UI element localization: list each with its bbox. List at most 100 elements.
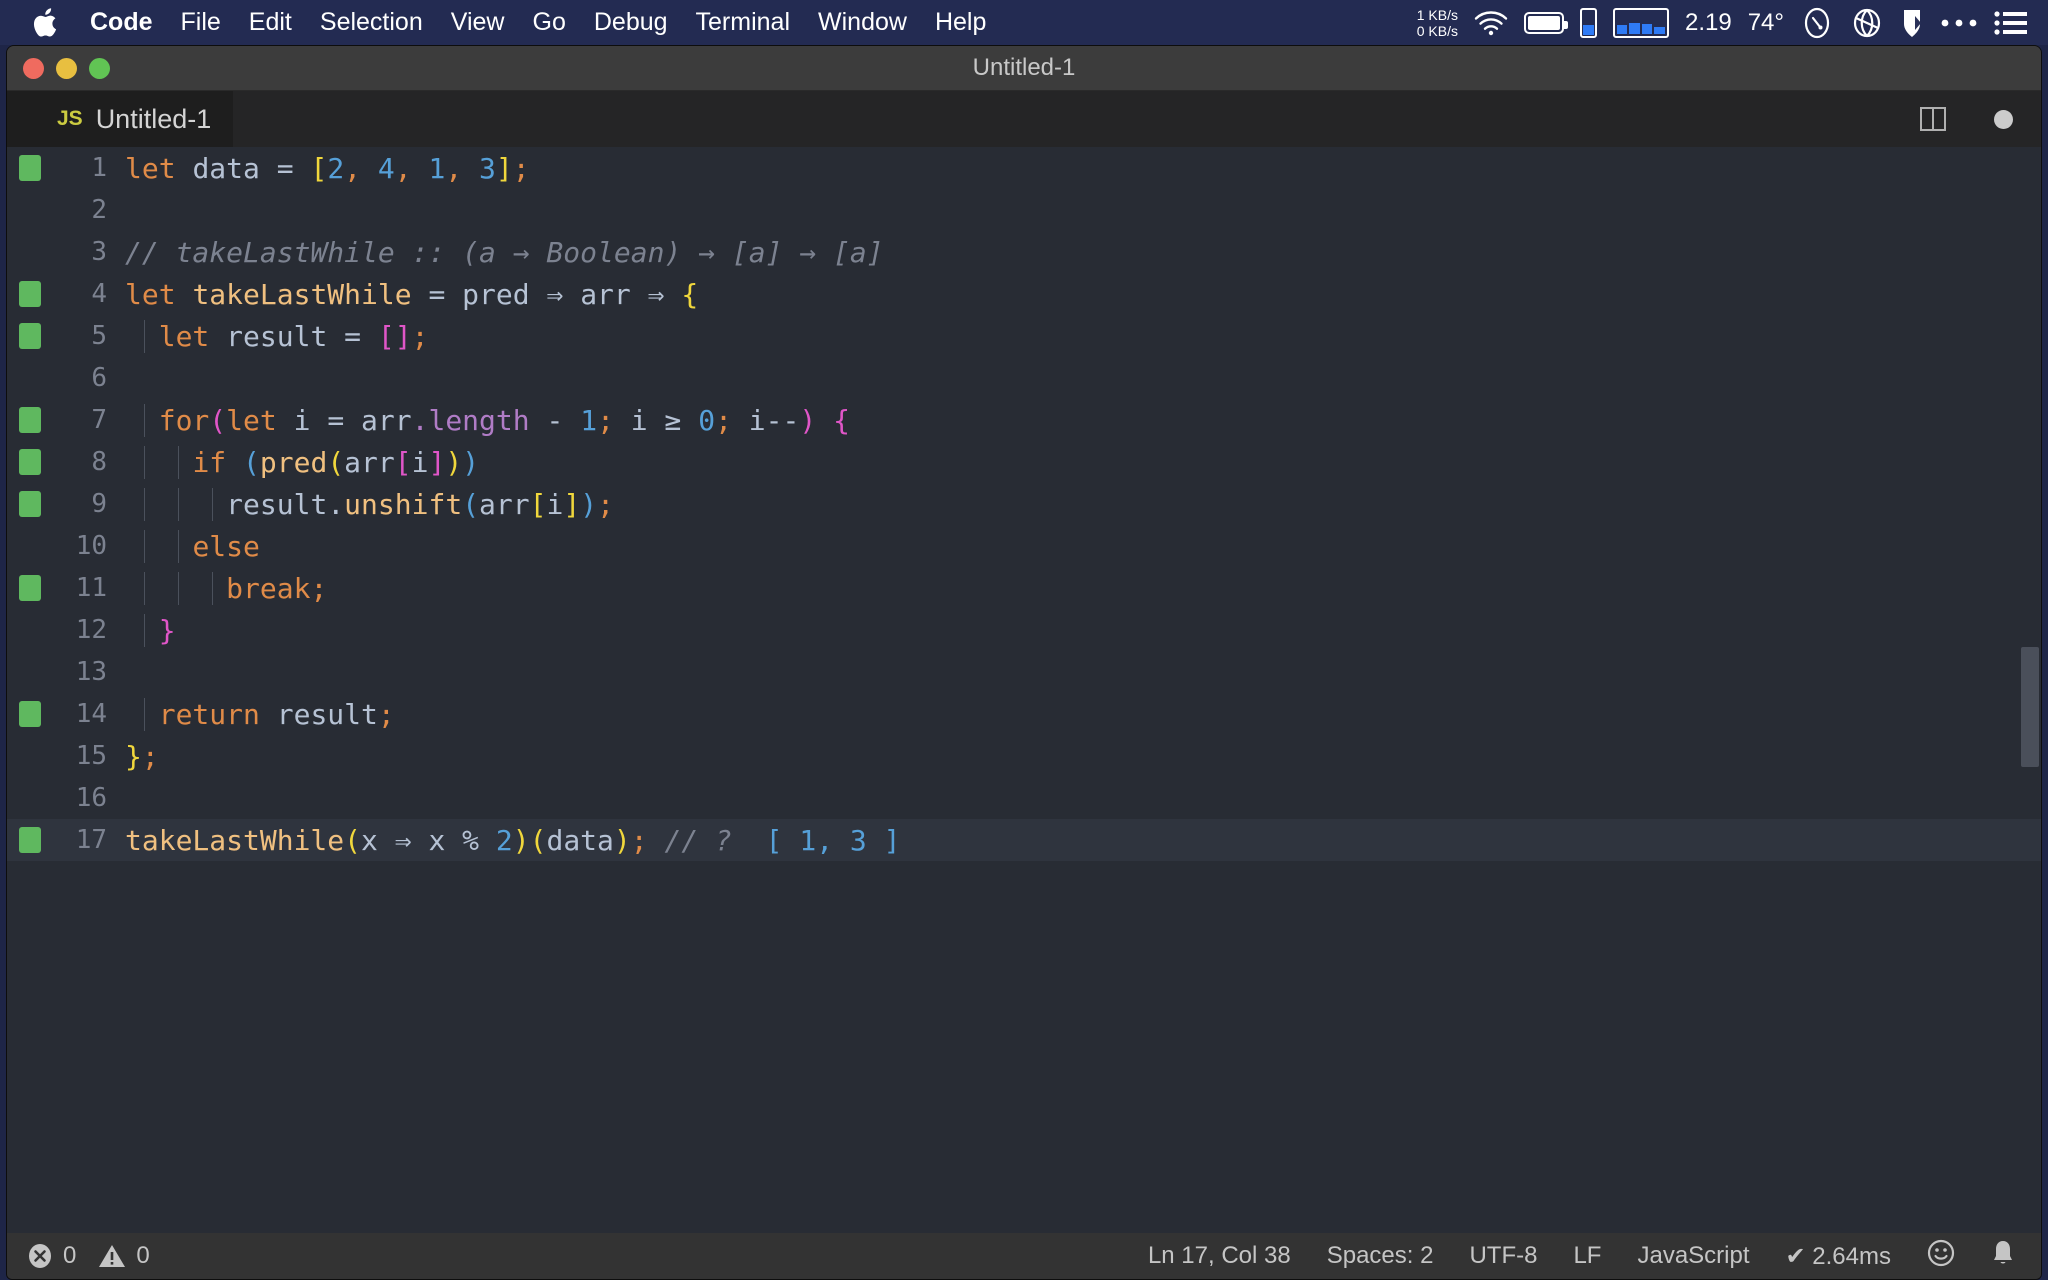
speedometer-icon[interactable] [1800,6,1834,40]
code-line-7[interactable]: 7 for(let i = arr.length - 1; i ≥ 0; i--… [7,399,2041,441]
code-line-4[interactable]: 4 let takeLastWhile = pred ⇒ arr ⇒ { [7,273,2041,315]
menu-item-file[interactable]: File [167,0,235,45]
network-globe-icon[interactable] [1850,6,1884,40]
editor-vertical-scrollbar[interactable] [2021,647,2039,767]
line-number: 15 [75,741,107,771]
git-gutter-added [19,449,41,475]
zoom-button[interactable] [89,57,110,79]
git-gutter-added [19,323,41,349]
network-upload-speed: 1 KB/s [1416,6,1458,23]
runtime-duration[interactable]: ✔ 2.64ms [1786,1242,1891,1271]
wifi-icon[interactable] [1474,10,1508,36]
language-mode[interactable]: JavaScript [1637,1242,1749,1270]
smiley-icon[interactable] [1927,1239,1955,1274]
code-content[interactable]: let data = [2, 4, 1, 3]; [125,152,2041,185]
split-editor-icon[interactable] [1920,107,1946,131]
menu-item-code[interactable]: Code [76,0,167,45]
shield-icon[interactable] [1900,7,1924,39]
status-bar: 0 0 Ln 17, Col 38 Spaces: 2 UTF-8 LF Jav… [7,1233,2041,1279]
network-speed-indicator[interactable]: 1 KB/s 0 KB/s [1417,7,1458,39]
bell-icon[interactable] [1991,1239,2015,1274]
line-number: 16 [75,783,107,813]
menu-item-window[interactable]: Window [804,0,921,45]
git-gutter-added [19,701,41,727]
line-number: 13 [75,657,107,687]
status-bar-right: Ln 17, Col 38 Spaces: 2 UTF-8 LF JavaScr… [1148,1239,2041,1274]
git-gutter-added [19,407,41,433]
apple-logo-icon[interactable] [32,7,58,38]
menu-item-terminal[interactable]: Terminal [682,0,804,45]
minimize-button[interactable] [56,57,77,79]
tab-label: Untitled-1 [95,103,212,134]
menu-item-view[interactable]: View [437,0,519,45]
code-line-9[interactable]: 9 result.unshift(arr[i]); [7,483,2041,525]
line-number: 3 [91,237,107,267]
git-gutter-added [19,491,41,517]
code-content[interactable]: if (pred(arr[i])) [125,445,2041,479]
warning-triangle-icon[interactable] [98,1243,126,1269]
line-number: 12 [75,615,107,645]
vscode-window: Untitled-1 JS Untitled-1 1 let data = [2… [6,45,2042,1280]
git-gutter-added [19,827,41,853]
editor-tab-bar: JS Untitled-1 [7,91,2041,147]
code-line-3[interactable]: 3 // takeLastWhile :: (a → Boolean) → [a… [7,231,2041,273]
cpu-histogram-icon[interactable] [1612,7,1669,38]
code-line-6[interactable]: 6 [7,357,2041,399]
code-line-2[interactable]: 2 [7,189,2041,231]
network-download-speed: 0 KB/s [1416,22,1458,39]
code-content[interactable]: }; [125,740,2041,773]
code-content[interactable]: let result = []; [125,319,2041,353]
code-line-10[interactable]: 10 else [7,525,2041,567]
code-editor[interactable]: 1 let data = [2, 4, 1, 3]; 2 3 // takeLa… [7,147,2041,1233]
code-content[interactable]: return result; [125,697,2041,731]
end-of-line[interactable]: LF [1573,1242,1601,1270]
code-line-13[interactable]: 13 [7,651,2041,693]
code-line-11[interactable]: 11 break; [7,567,2041,609]
memory-bar-icon[interactable] [1579,7,1597,38]
encoding[interactable]: UTF-8 [1469,1242,1537,1270]
code-line-14[interactable]: 14 return result; [7,693,2041,735]
code-line-5[interactable]: 5 let result = []; [7,315,2041,357]
git-gutter-added [19,155,41,181]
menu-item-go[interactable]: Go [519,0,580,45]
code-line-15[interactable]: 15 }; [7,735,2041,777]
git-gutter-added [19,575,41,601]
code-content[interactable]: } [125,613,2041,647]
traffic-light-buttons [23,57,110,79]
code-line-1[interactable]: 1 let data = [2, 4, 1, 3]; [7,147,2041,189]
code-content[interactable]: // takeLastWhile :: (a → Boolean) → [a] … [125,236,2041,269]
code-content[interactable]: else [125,529,2041,563]
close-button[interactable] [23,57,44,79]
code-content[interactable]: takeLastWhile(x ⇒ x % 2)(data); // ? [ 1… [125,824,2041,857]
list-menu-icon[interactable] [1994,10,2028,36]
menu-item-edit[interactable]: Edit [235,0,306,45]
code-content[interactable]: break; [125,571,2041,605]
status-bar-left: 0 0 [7,1242,150,1270]
indentation[interactable]: Spaces: 2 [1327,1242,1434,1270]
warning-count[interactable]: 0 [136,1242,149,1270]
code-content[interactable]: result.unshift(arr[i]); [125,487,2041,521]
menu-bar-status-items: 1 KB/s 0 KB/s 2.19 74° [1417,6,2048,40]
error-circle-icon[interactable] [27,1243,53,1269]
unsaved-dot-icon[interactable] [1994,109,2013,129]
window-title-bar: Untitled-1 [7,46,2041,91]
tab-untitled-1[interactable]: JS Untitled-1 [7,91,234,147]
code-line-12[interactable]: 12 } [7,609,2041,651]
javascript-file-icon: JS [57,107,83,130]
ellipsis-icon[interactable] [1940,17,1978,29]
menu-item-debug[interactable]: Debug [580,0,682,45]
code-line-16[interactable]: 16 [7,777,2041,819]
code-content[interactable]: for(let i = arr.length - 1; i ≥ 0; i--) … [125,403,2041,437]
code-line-8[interactable]: 8 if (pred(arr[i])) [7,441,2041,483]
editor-actions [1920,107,2041,131]
temperature-value[interactable]: 74° [1748,9,1784,37]
code-content[interactable]: let takeLastWhile = pred ⇒ arr ⇒ { [125,278,2041,311]
cursor-position[interactable]: Ln 17, Col 38 [1148,1242,1291,1270]
battery-icon[interactable] [1523,11,1568,34]
system-load-value[interactable]: 2.19 [1685,9,1732,37]
line-number: 2 [91,195,107,225]
code-line-17[interactable]: 17 takeLastWhile(x ⇒ x % 2)(data); // ? … [7,819,2041,861]
menu-item-selection[interactable]: Selection [306,0,437,45]
menu-item-help[interactable]: Help [921,0,1000,45]
error-count[interactable]: 0 [63,1242,76,1270]
